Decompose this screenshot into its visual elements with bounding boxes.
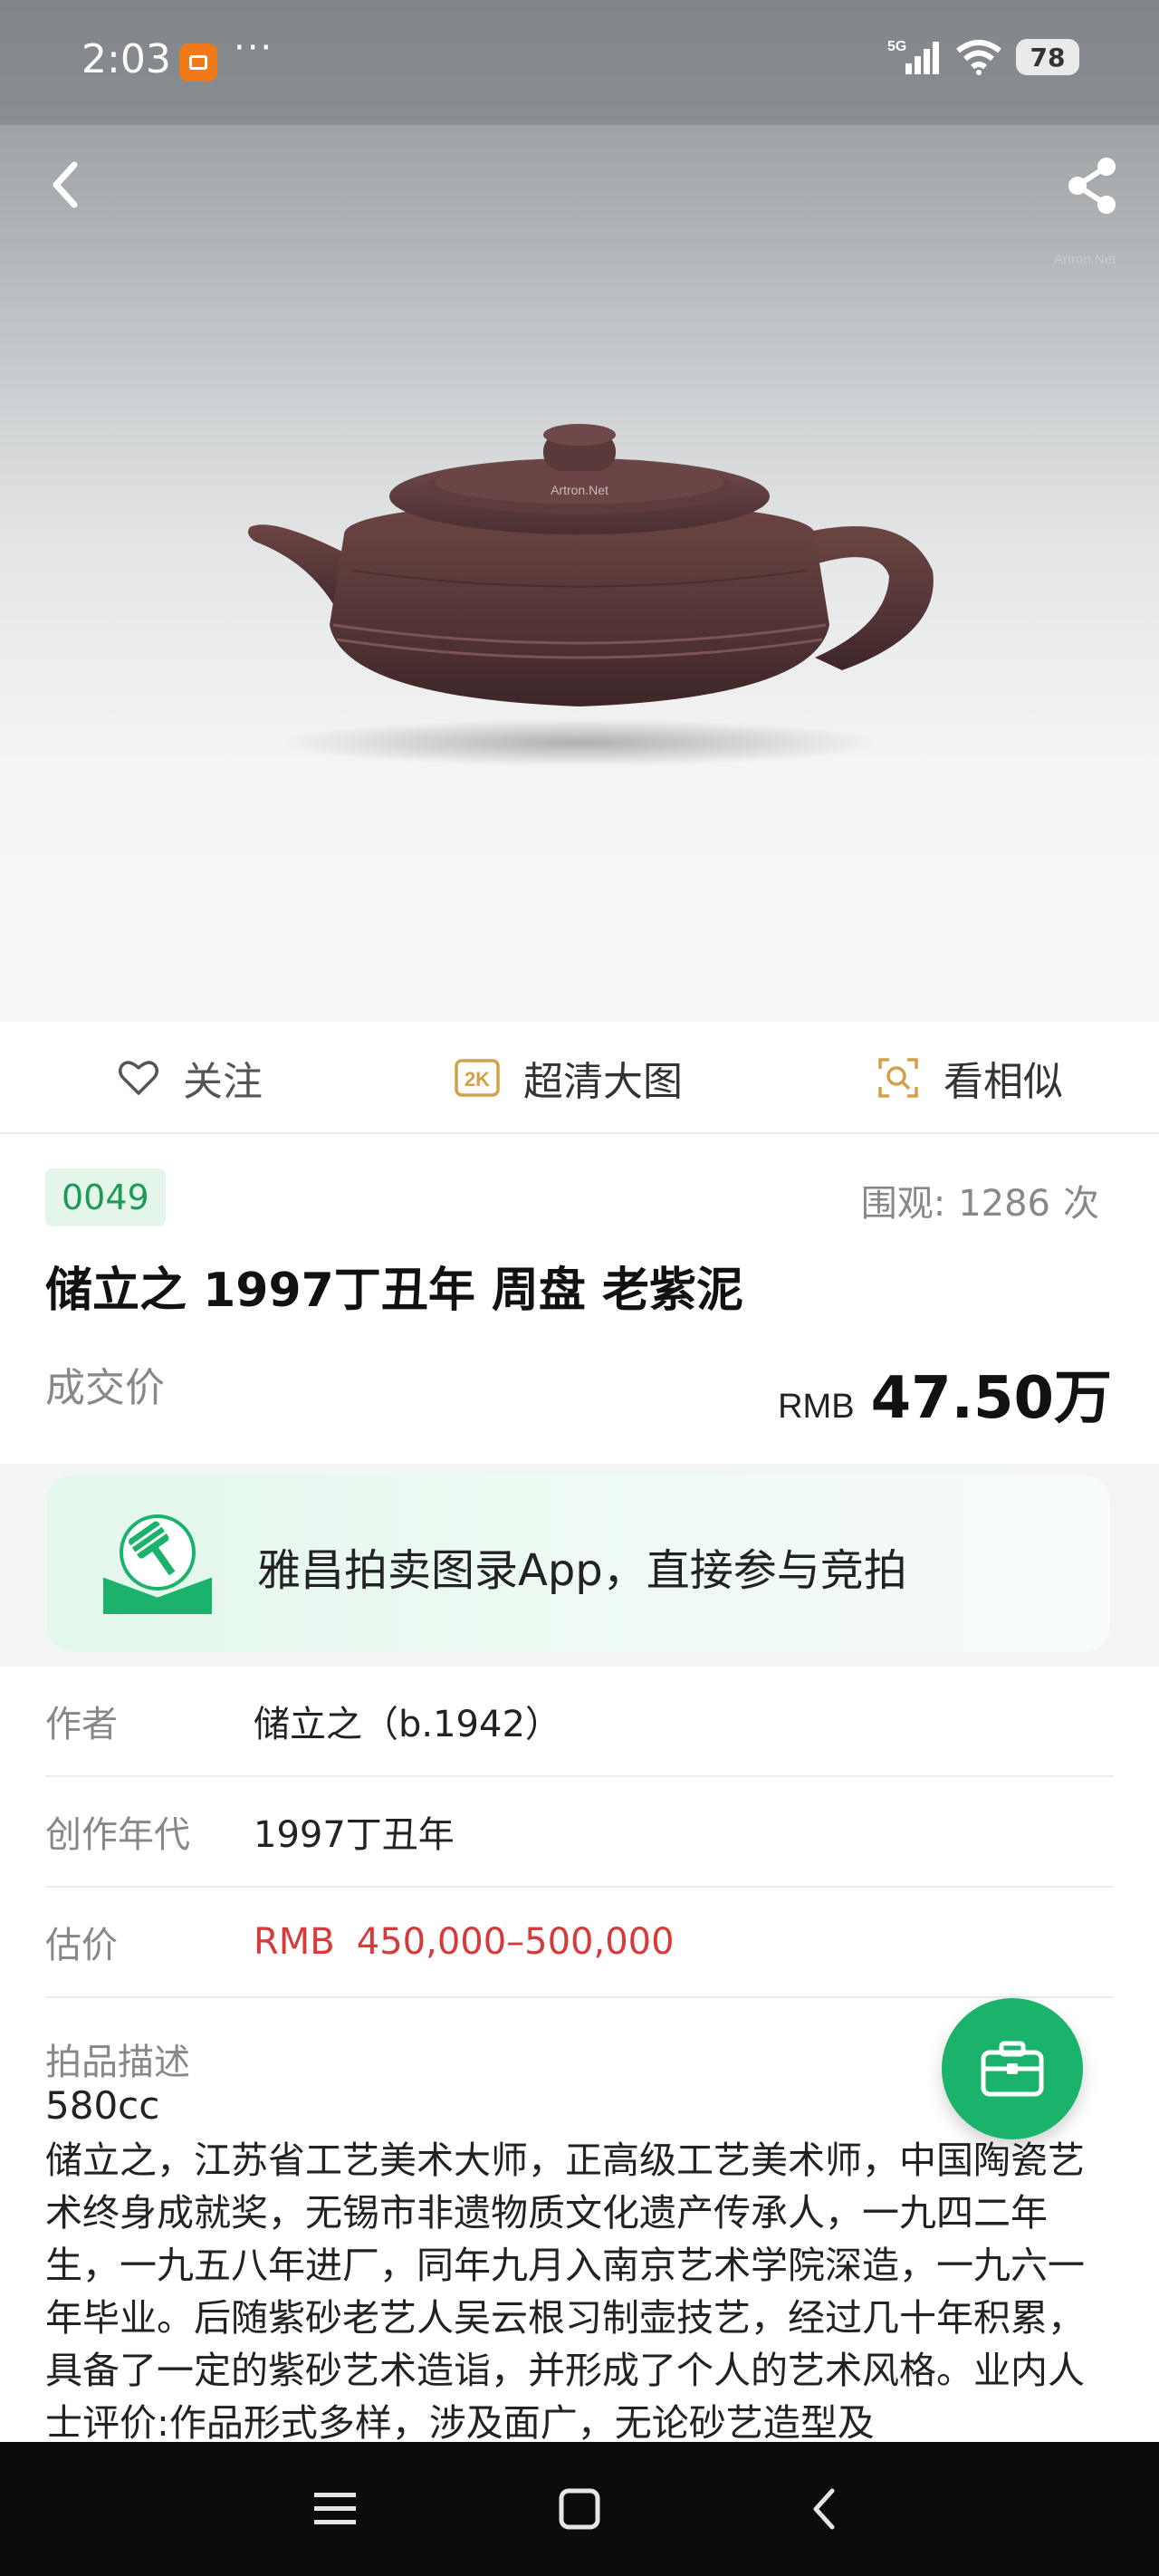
estimate-range: 450,000–500,000 bbox=[356, 1921, 675, 1963]
deal-currency: RMB bbox=[778, 1388, 855, 1426]
description-capacity: 580cc bbox=[45, 2083, 160, 2128]
lot-info-card: 0049 围观: 1286 次 储立之 1997丁丑年 周盘 老紫泥 成交价 RMB… bbox=[0, 1134, 1159, 1464]
briefcase-fab-button[interactable] bbox=[942, 1998, 1083, 2139]
detail-row-author: 作者 储立之（b.1942） bbox=[45, 1667, 1114, 1777]
product-image-area[interactable]: 2:03 ··· 5G 78 Artron.Net Artron.Net bbox=[0, 0, 1159, 1022]
estimate-label: 估价 bbox=[45, 1925, 118, 1966]
signal-icon: 5G bbox=[887, 39, 939, 74]
estimate-currency: RMB bbox=[254, 1921, 335, 1963]
promo-section: 雅昌拍卖图录App，直接参与竞拍 bbox=[0, 1464, 1159, 1667]
wifi-icon bbox=[956, 40, 1001, 75]
view-similar-button[interactable]: 看相似 bbox=[876, 1022, 1063, 1134]
hd-image-button[interactable]: 2K 超清大图 bbox=[455, 1022, 683, 1134]
system-navigation-bar bbox=[0, 2442, 1159, 2576]
views-label: 围观: bbox=[860, 1183, 946, 1225]
status-time: 2:03 bbox=[81, 36, 171, 82]
menu-icon bbox=[314, 2493, 356, 2524]
estimate-value: RMB 450,000–500,000 bbox=[254, 1921, 675, 1963]
hd-badge-label: 2K bbox=[465, 1068, 490, 1091]
view-count: 围观: 1286 次 bbox=[861, 1174, 1099, 1226]
lid-watermark: Artron.Net bbox=[551, 483, 608, 497]
briefcase-icon bbox=[981, 2041, 1044, 2097]
views-unit: 次 bbox=[1063, 1183, 1099, 1225]
home-nav-button[interactable] bbox=[543, 2442, 616, 2576]
detail-row-estimate: 估价 RMB 450,000–500,000 bbox=[45, 1888, 1114, 1998]
auction-app-promo-banner[interactable]: 雅昌拍卖图录App，直接参与竞拍 bbox=[47, 1475, 1110, 1652]
promo-text: 雅昌拍卖图录App，直接参与竞拍 bbox=[257, 1545, 907, 1596]
view-similar-label: 看相似 bbox=[943, 1059, 1063, 1105]
author-value[interactable]: 储立之（b.1942） bbox=[254, 1695, 561, 1747]
follow-button[interactable]: 关注 bbox=[118, 1022, 263, 1134]
network-type-label: 5G bbox=[887, 39, 906, 54]
back-icon[interactable] bbox=[36, 152, 94, 217]
deal-price-label: 成交价 bbox=[45, 1365, 165, 1411]
year-value: 1997丁丑年 bbox=[254, 1814, 455, 1856]
similar-scan-icon bbox=[878, 1058, 918, 1098]
share-icon[interactable] bbox=[1063, 154, 1123, 217]
back-nav-button[interactable] bbox=[788, 2442, 860, 2576]
auction-hammer-logo bbox=[102, 1514, 213, 1614]
year-label: 创作年代 bbox=[45, 1814, 190, 1856]
action-bar: 关注 2K 超清大图 看相似 bbox=[0, 1022, 1159, 1134]
lot-title: 储立之 1997丁丑年 周盘 老紫泥 bbox=[45, 1264, 744, 1318]
heart-icon bbox=[119, 1061, 158, 1095]
description-label: 拍品描述 bbox=[45, 2042, 190, 2083]
hd-image-label: 超清大图 bbox=[523, 1059, 683, 1105]
home-icon bbox=[559, 2488, 600, 2530]
notification-app-icon bbox=[179, 43, 217, 82]
back-nav-icon bbox=[813, 2488, 835, 2530]
detail-row-year: 创作年代 1997丁丑年 bbox=[45, 1777, 1114, 1888]
battery-indicator: 78 bbox=[1016, 39, 1079, 75]
teapot-photo: Artron.Net bbox=[248, 424, 934, 766]
views-count: 1286 bbox=[958, 1183, 1050, 1225]
hd-2k-icon: 2K bbox=[455, 1059, 500, 1097]
deal-price-value: 47.50万 bbox=[870, 1365, 1112, 1432]
author-label: 作者 bbox=[45, 1704, 118, 1745]
description-text: 储立之，江苏省工艺美术大师，正高级工艺美术师，中国陶瓷艺术终身成就奖，无锡市非遗… bbox=[45, 2139, 1085, 2445]
artron-watermark: Artron.Net bbox=[1054, 252, 1116, 267]
follow-label: 关注 bbox=[183, 1059, 263, 1105]
lot-number-badge: 0049 bbox=[45, 1168, 166, 1226]
deal-price: RMB 47.50万 bbox=[778, 1351, 1112, 1435]
more-notifications-icon: ··· bbox=[234, 27, 274, 69]
menu-nav-button[interactable] bbox=[299, 2442, 371, 2576]
status-bar: 2:03 ··· 5G 78 bbox=[0, 0, 1159, 125]
